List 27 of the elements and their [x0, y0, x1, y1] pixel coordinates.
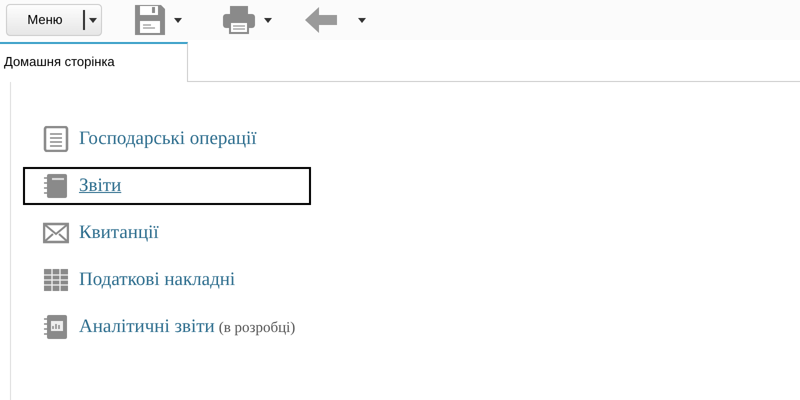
caret-icon [89, 18, 97, 22]
caret-icon [174, 18, 182, 22]
menu-item[interactable]: Аналітичні звіти (в розробці) [23, 308, 311, 346]
menu-button[interactable]: Меню [6, 4, 102, 36]
item-link[interactable]: Звіти [79, 174, 122, 196]
menu-item[interactable]: Господарські операції [23, 120, 311, 158]
table-icon [43, 267, 69, 293]
envelope-icon [43, 220, 69, 246]
document-icon [43, 126, 69, 152]
caret-icon [264, 18, 272, 22]
item-link[interactable]: Господарські операції [79, 128, 257, 149]
caret-icon [358, 18, 366, 22]
chart-notebook-icon [43, 314, 69, 340]
menu-item[interactable]: Звіти [23, 167, 311, 205]
back-button[interactable] [304, 6, 366, 34]
left-arrow-icon [304, 6, 338, 34]
tab[interactable]: Домашня сторінка [0, 42, 188, 82]
notebook-icon [43, 173, 69, 199]
item-link[interactable]: Квитанції [79, 222, 159, 243]
print-button[interactable] [222, 5, 272, 35]
menu-item[interactable]: Квитанції [23, 214, 311, 252]
item-link[interactable]: Податкові накладні [79, 268, 236, 290]
menu-item[interactable]: Податкові накладні [23, 261, 311, 299]
save-button[interactable] [134, 4, 182, 36]
item-link[interactable]: Аналітичні звіти [79, 316, 215, 337]
item-note: (в розробці) [218, 320, 296, 336]
printer-icon [222, 5, 256, 35]
